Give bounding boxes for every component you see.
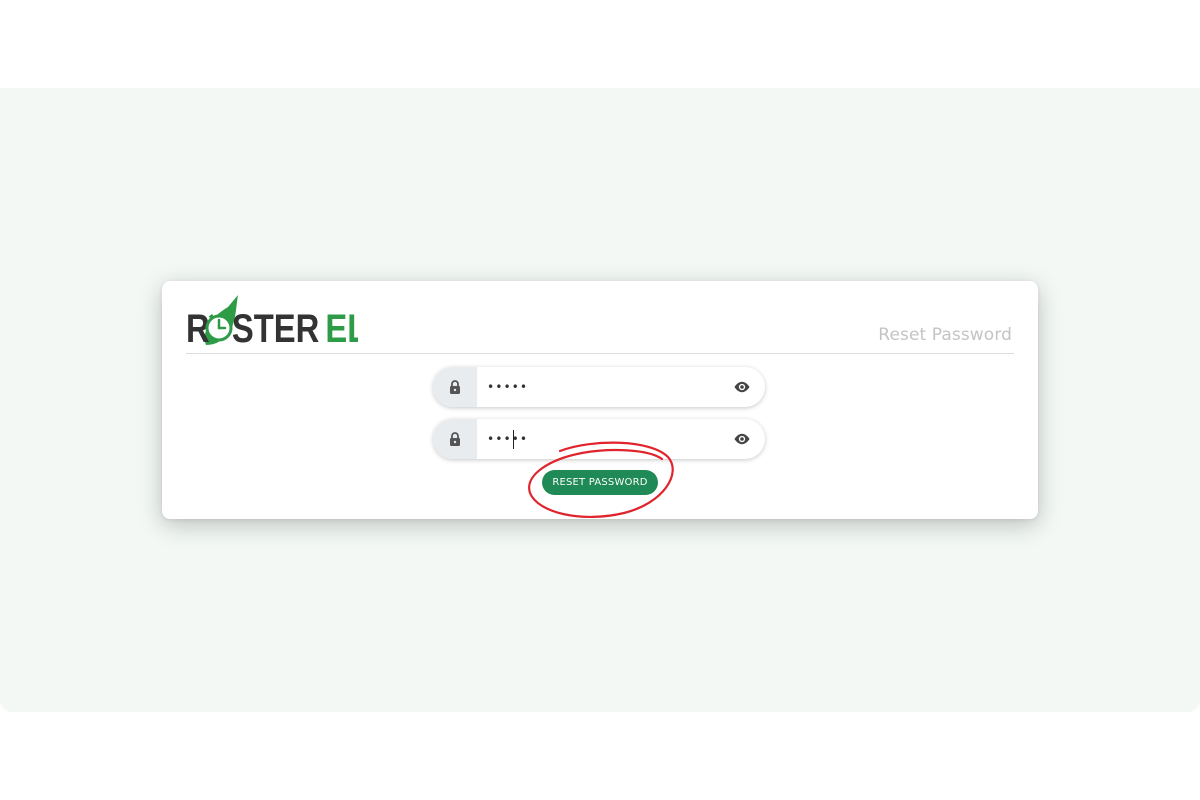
new-password-field [433,367,765,407]
confirm-password-addon [433,419,477,459]
confirm-password-input[interactable] [477,419,727,459]
text-caret [513,430,514,449]
lock-icon [450,432,460,446]
page-title: Reset Password [878,325,1012,345]
reset-password-button[interactable]: RESET PASSWORD [542,470,658,495]
rosterelf-logo: R STER ELF [186,295,358,353]
new-password-input[interactable] [477,367,727,407]
confirm-password-field [433,419,765,459]
lock-icon [450,380,460,394]
reset-password-card: R STER ELF Reset Password [162,281,1038,519]
logo-letters-ster: STER [232,306,319,351]
card-header: R STER ELF Reset Password [186,291,1014,354]
logo-letters-elf: ELF [325,306,358,351]
eye-icon[interactable] [733,378,751,396]
page-background: R STER ELF Reset Password [0,88,1200,712]
password-addon [433,367,477,407]
eye-icon[interactable] [733,430,751,448]
